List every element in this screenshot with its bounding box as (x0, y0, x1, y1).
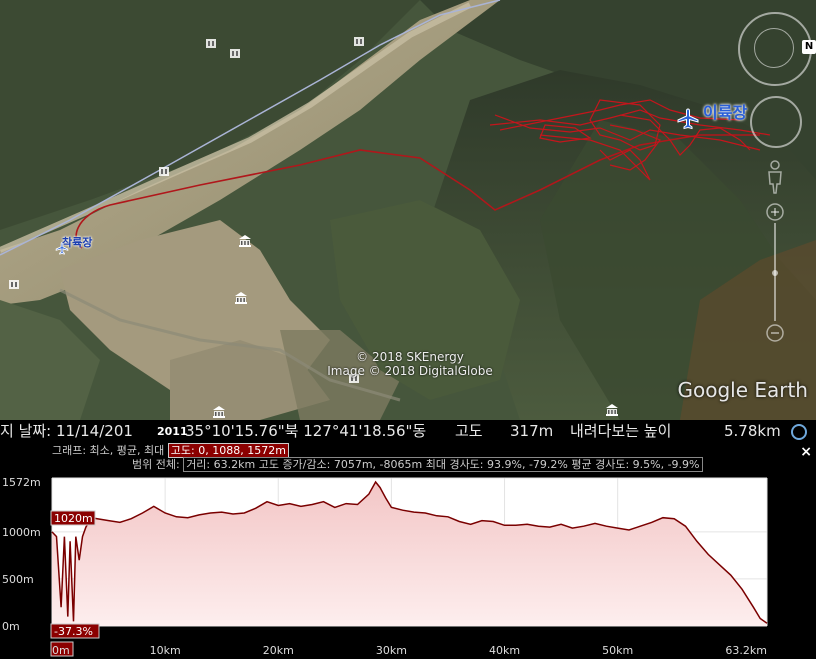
cursor-coordinates: 35°10'15.76"북 127°41'18.56"동 (185, 422, 427, 440)
temple-icon[interactable] (212, 406, 225, 418)
temple-icon[interactable] (234, 292, 247, 304)
google-earth-window: 이륙장 착륙장 N © 2018 SKEnergy Image © 2018 D… (0, 0, 816, 659)
airplane-icon[interactable] (676, 108, 700, 130)
x-tick-label: 0m (52, 644, 70, 657)
building-icon[interactable] (8, 278, 20, 290)
status-bar: 지 날짜: 11/14/201 2011 35°10'15.76"북 127°4… (0, 420, 816, 442)
north-indicator[interactable]: N (802, 40, 816, 54)
building-icon[interactable] (158, 165, 170, 177)
google-earth-logo: Google Earth (677, 378, 808, 402)
imagery-copyright: © 2018 SKEnergy Image © 2018 DigitalGlob… (300, 350, 520, 378)
eye-altitude-value: 5.78km (724, 422, 781, 440)
look-joystick[interactable] (754, 28, 794, 68)
streaming-status-icon (791, 424, 807, 440)
elevation-chart[interactable]: 1572m 1000m 500m 0m 0m 10km 20km 30km 40km 50km 6… (0, 442, 816, 659)
x-tick-label: 50km (602, 644, 633, 657)
imagery-date: 지 날짜: 11/14/201 (0, 422, 133, 440)
elevation-value: 317m (510, 422, 554, 440)
building-icon[interactable] (205, 37, 217, 49)
y-axis-ticks: 1572m 1000m 500m 0m (2, 476, 41, 633)
copyright-line: Image © 2018 DigitalGlobe (327, 364, 493, 378)
cursor-grade-label: -37.3% (54, 625, 93, 638)
elevation-label: 고도 (455, 422, 483, 440)
copyright-line: © 2018 SKEnergy (356, 350, 464, 364)
elevation-profile-panel[interactable]: 그래프: 최소, 평균, 최대 고도: 0, 1088, 1572m 범위 전체… (0, 442, 816, 659)
landing-label[interactable]: 착륙장 (62, 234, 92, 250)
year-overlay: 2011 (157, 421, 188, 442)
building-icon[interactable] (353, 35, 365, 47)
takeoff-label[interactable]: 이륙장 (703, 99, 747, 123)
x-axis-ticks: 0m 10km 20km 30km 40km 50km 63.2km (50, 641, 767, 657)
x-tick-label: 30km (376, 644, 407, 657)
temple-icon[interactable] (238, 235, 251, 247)
x-tick-label: 40km (489, 644, 520, 657)
building-icon[interactable] (229, 47, 241, 59)
map-3d-view[interactable]: 이륙장 착륙장 N © 2018 SKEnergy Image © 2018 D… (0, 0, 816, 420)
y-tick-label: 0m (2, 620, 20, 633)
eye-altitude-label: 내려다보는 높이 (570, 422, 672, 440)
cursor-elevation-label: 1020m (54, 512, 93, 525)
y-tick-label: 500m (2, 573, 34, 586)
close-profile-button[interactable]: × (800, 444, 812, 460)
y-tick-label: 1572m (2, 476, 41, 489)
x-tick-label: 63.2km (725, 644, 767, 657)
zoom-slider[interactable] (766, 203, 784, 343)
move-joystick[interactable] (750, 96, 802, 148)
y-tick-label: 1000m (2, 526, 41, 539)
x-tick-label: 20km (263, 644, 294, 657)
x-tick-label: 10km (150, 644, 181, 657)
street-view-pegman-icon[interactable] (766, 160, 784, 194)
temple-icon[interactable] (605, 404, 618, 416)
